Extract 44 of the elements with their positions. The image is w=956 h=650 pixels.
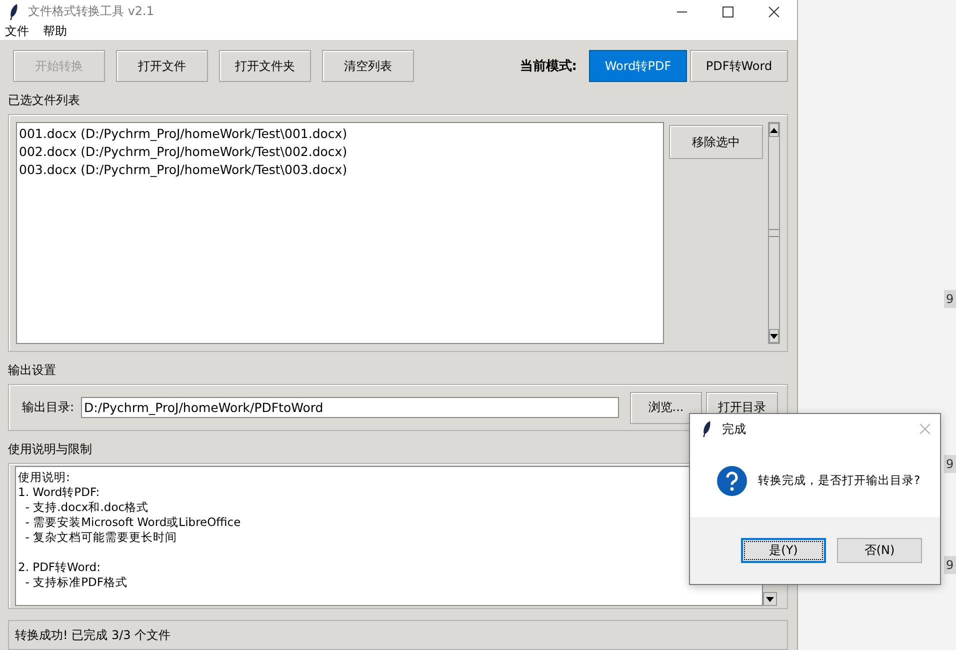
toolbar-button[interactable]: 清空列表 [322, 50, 414, 82]
maximize-icon[interactable] [722, 6, 734, 18]
time-badge: 9 [944, 290, 956, 308]
output-dir-label: 输出目录: [22, 399, 74, 416]
window-title: 文件格式转换工具 v2.1 [28, 3, 154, 20]
time-badge: 9 [944, 455, 956, 473]
mode-button[interactable]: PDF转Word [690, 50, 788, 82]
browse-button[interactable]: 浏览... [630, 392, 702, 424]
file-list-item[interactable]: 002.docx (D:/Pychrm_ProJ/homeWork/Test\002.docx) [18, 143, 662, 161]
instruction-line: - 需要安装Microsoft Word或LibreOffice [24, 515, 242, 530]
scroll-grip-icon[interactable] [769, 229, 779, 237]
scrollbar[interactable] [768, 122, 780, 344]
instruction-line: - 复杂文档可能需要更长时间 [24, 530, 178, 545]
mode-label: 当前模式: [520, 58, 577, 75]
toolbar-button[interactable]: 打开文件夹 [219, 50, 311, 82]
close-icon[interactable] [768, 6, 780, 18]
section-title: 已选文件列表 [8, 92, 81, 109]
feather-icon [702, 421, 712, 437]
scroll-up-icon[interactable] [769, 123, 779, 137]
remove-selected-button[interactable]: 移除选中 [669, 125, 763, 159]
dialog-button[interactable]: 否(N) [837, 538, 922, 563]
status-bar: 转换成功! 已完成 3/3 个文件 [8, 620, 788, 650]
mode-button[interactable]: Word转PDF [589, 50, 687, 82]
instruction-line: 1. Word转PDF: [18, 485, 101, 500]
section-title: 输出设置 [8, 362, 57, 379]
dialog-message: 转换完成，是否打开输出目录? [758, 473, 920, 488]
question-icon [716, 464, 748, 496]
time-badge: 9 [944, 556, 956, 574]
instruction-line: - 支持.docx和.doc格式 [24, 500, 150, 515]
instruction-line: 使用说明: [18, 470, 71, 485]
menu-item[interactable]: 文件 [5, 23, 29, 40]
instruction-line: 2. PDF转Word: [18, 560, 102, 575]
menu-item[interactable]: 帮助 [43, 23, 67, 40]
instruction-line: - 支持标准PDF格式 [24, 575, 129, 590]
file-list-item[interactable]: 001.docx (D:/Pychrm_ProJ/homeWork/Test\001.docx) [18, 125, 662, 143]
file-list-item[interactable]: 003.docx (D:/Pychrm_ProJ/homeWork/Test\003.docx) [18, 161, 662, 179]
scroll-down-icon[interactable] [763, 592, 777, 606]
scroll-down-icon[interactable] [769, 329, 779, 343]
dialog-title: 完成 [722, 420, 746, 438]
feather-icon [9, 4, 19, 20]
toolbar-button[interactable]: 打开文件 [116, 50, 208, 82]
section-title: 使用说明与限制 [8, 441, 93, 458]
output-dir-field[interactable]: D:/Pychrm_ProJ/homeWork/PDFtoWord [81, 397, 620, 418]
dialog-button[interactable]: 是(Y) [741, 538, 826, 563]
